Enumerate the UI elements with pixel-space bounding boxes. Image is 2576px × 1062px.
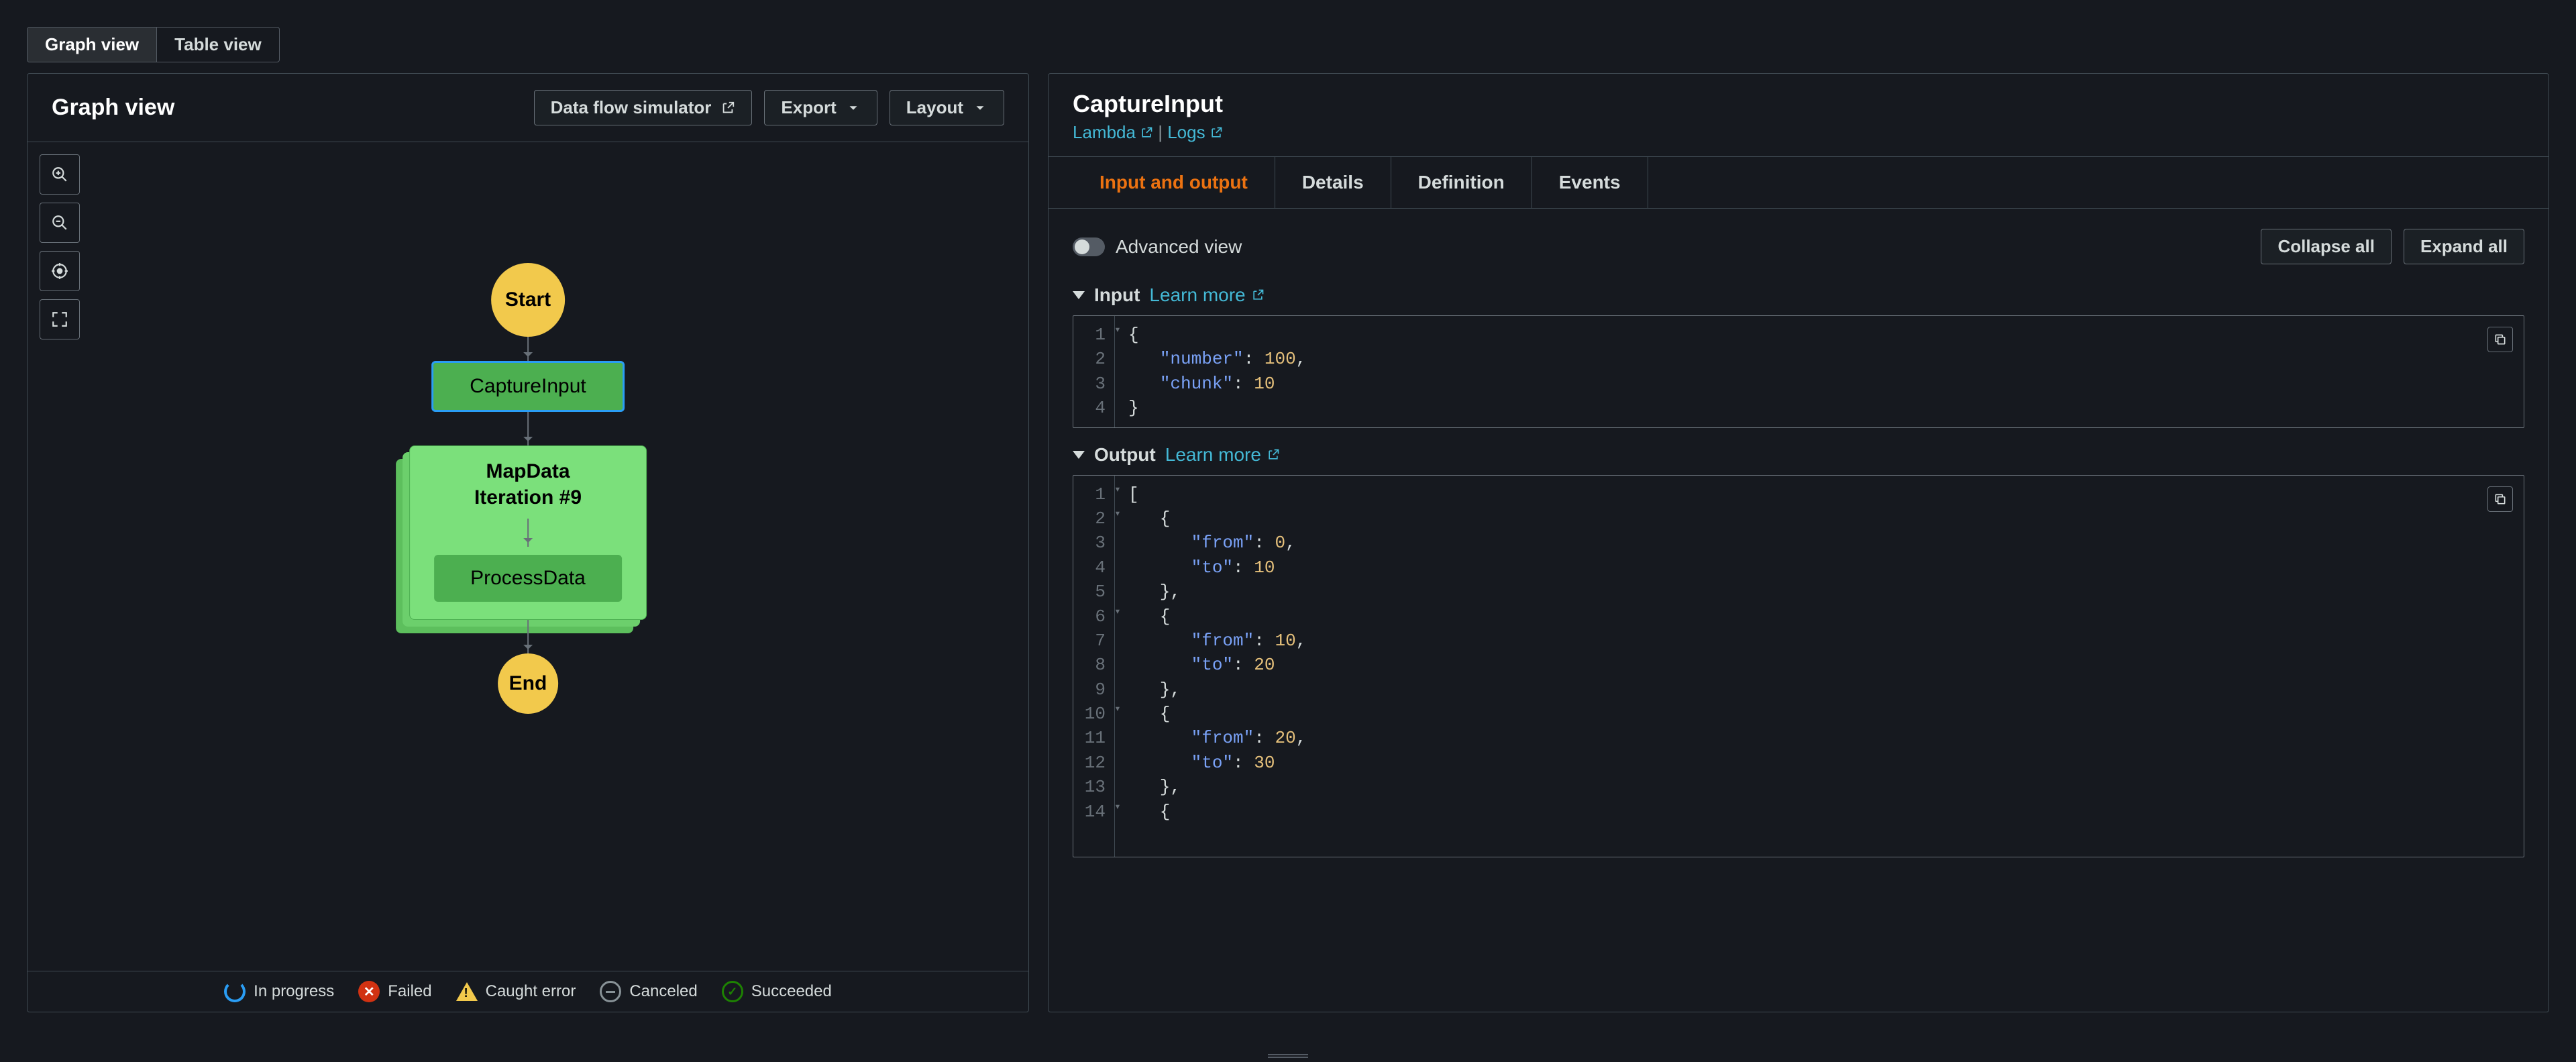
end-node[interactable]: End xyxy=(498,653,558,714)
graph-panel: Graph view Data flow simulator Export La… xyxy=(27,73,1029,1012)
connector xyxy=(527,412,529,445)
legend-caught-error: Caught error xyxy=(456,982,576,1001)
process-data-node[interactable]: ProcessData xyxy=(434,555,622,602)
link-separator: | xyxy=(1158,122,1167,142)
capture-input-node[interactable]: CaptureInput xyxy=(431,361,624,412)
bottom-drag-handle[interactable] xyxy=(1268,1054,1308,1059)
input-section-label: Input xyxy=(1094,284,1140,306)
connector xyxy=(527,620,529,653)
external-link-icon xyxy=(1251,288,1265,302)
advanced-view-label: Advanced view xyxy=(1116,236,1242,258)
input-json-content[interactable]: 1▾{2 "number": 100,3 "chunk": 104} xyxy=(1073,316,2524,427)
zoom-out-icon xyxy=(51,214,68,231)
toggle-switch[interactable] xyxy=(1073,237,1105,256)
map-data-node-group[interactable]: MapData Iteration #9 ProcessData xyxy=(409,445,647,620)
output-section-label: Output xyxy=(1094,444,1156,466)
fit-button[interactable] xyxy=(40,299,80,339)
data-flow-simulator-button[interactable]: Data flow simulator xyxy=(534,90,753,125)
copy-icon xyxy=(2493,333,2507,346)
input-code-box: 1▾{2 "number": 100,3 "chunk": 104} xyxy=(1073,315,2524,428)
connector xyxy=(527,337,529,361)
view-mode-tabs: Graph view Table view xyxy=(27,27,280,62)
succeeded-icon xyxy=(722,981,743,1002)
external-link-icon xyxy=(1267,448,1280,462)
tab-details[interactable]: Details xyxy=(1275,157,1391,208)
map-data-title: MapData Iteration #9 xyxy=(474,458,582,511)
canceled-icon xyxy=(600,981,621,1002)
connector xyxy=(527,519,529,547)
details-tabs: Input and output Details Definition Even… xyxy=(1049,156,2548,209)
external-link-icon xyxy=(1210,126,1223,140)
expand-all-button[interactable]: Expand all xyxy=(2404,229,2524,264)
legend-succeeded: Succeeded xyxy=(722,981,832,1002)
output-code-box: 1▾[2▾ {3 "from": 0,4 "to": 105 },6▾ {7 "… xyxy=(1073,475,2524,857)
graph-view-tab[interactable]: Graph view xyxy=(28,28,156,62)
output-learn-more-link[interactable]: Learn more xyxy=(1165,444,1280,466)
copy-input-button[interactable] xyxy=(2487,327,2513,352)
details-panel: CaptureInput Lambda | Logs Input and out… xyxy=(1048,73,2549,1012)
tab-input-output[interactable]: Input and output xyxy=(1073,157,1275,208)
status-legend: In progress ✕Failed Caught error Cancele… xyxy=(28,971,1028,1012)
start-node[interactable]: Start xyxy=(491,263,565,337)
legend-in-progress: In progress xyxy=(224,981,334,1002)
output-json-content[interactable]: 1▾[2▾ {3 "from": 0,4 "to": 105 },6▾ {7 "… xyxy=(1073,476,2524,831)
input-learn-more-link[interactable]: Learn more xyxy=(1149,284,1264,306)
collapse-triangle-icon[interactable] xyxy=(1073,451,1085,459)
in-progress-icon xyxy=(224,981,246,1002)
tab-definition[interactable]: Definition xyxy=(1391,157,1532,208)
legend-failed: ✕Failed xyxy=(358,981,431,1002)
external-link-icon xyxy=(1140,126,1153,140)
collapse-triangle-icon[interactable] xyxy=(1073,291,1085,299)
layout-button[interactable]: Layout xyxy=(890,90,1004,125)
lambda-link[interactable]: Lambda xyxy=(1073,122,1153,143)
graph-canvas[interactable]: Start CaptureInput MapData Iteration #9 … xyxy=(28,142,1028,971)
legend-canceled: Canceled xyxy=(600,981,697,1002)
zoom-in-button[interactable] xyxy=(40,154,80,195)
copy-output-button[interactable] xyxy=(2487,486,2513,512)
zoom-out-button[interactable] xyxy=(40,203,80,243)
graph-panel-title: Graph view xyxy=(52,95,174,121)
logs-link[interactable]: Logs xyxy=(1167,122,1222,143)
expand-icon xyxy=(51,311,68,328)
collapse-all-button[interactable]: Collapse all xyxy=(2261,229,2392,264)
caught-error-icon xyxy=(456,982,478,1001)
export-button[interactable]: Export xyxy=(764,90,877,125)
external-link-icon xyxy=(720,101,735,115)
tab-events[interactable]: Events xyxy=(1532,157,1648,208)
crosshair-icon xyxy=(51,262,68,280)
details-title: CaptureInput xyxy=(1073,90,2524,118)
zoom-in-icon xyxy=(51,166,68,183)
advanced-view-toggle[interactable]: Advanced view xyxy=(1073,236,1242,258)
caret-down-icon xyxy=(846,101,861,115)
table-view-tab[interactable]: Table view xyxy=(156,28,279,62)
failed-icon: ✕ xyxy=(358,981,380,1002)
center-button[interactable] xyxy=(40,251,80,291)
copy-icon xyxy=(2493,492,2507,506)
caret-down-icon xyxy=(973,101,987,115)
